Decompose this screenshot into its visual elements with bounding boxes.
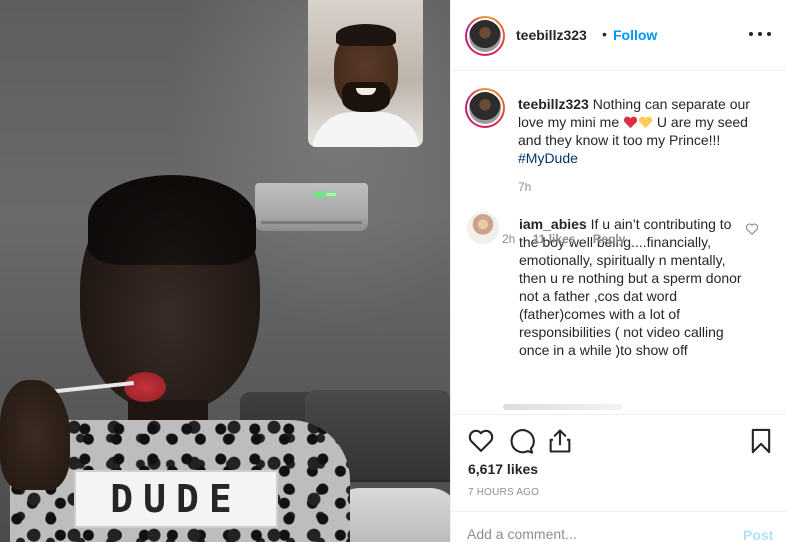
avatar-image [469,92,501,124]
comment-icon[interactable] [507,427,535,455]
lollipop [124,372,166,402]
post-media[interactable]: DUDE [0,0,450,542]
bookmark-icon[interactable] [747,427,775,455]
separator-dot: • [602,26,607,42]
caller-hair [336,24,396,46]
follow-button[interactable]: Follow [613,27,657,43]
heart-icon[interactable] [467,427,495,455]
comment-timestamp[interactable]: 2h [502,232,515,246]
avatar-border [467,90,503,126]
red-heart-icon [623,116,638,129]
caption-timestamp[interactable]: 7h [518,180,531,194]
yellow-heart-icon [638,116,653,129]
add-comment-bar: Post [451,511,786,542]
post-header: teebillz323 • Follow [451,0,786,71]
caption-avatar[interactable] [465,88,505,128]
dot-icon [749,32,753,36]
author-username[interactable]: teebillz323 [516,27,587,43]
comment-input[interactable] [467,524,717,542]
child-hair [88,175,256,265]
dot-icon [758,32,762,36]
shirt-print-text: DUDE [74,470,278,528]
next-comment-faded [503,404,623,410]
commenter-username[interactable]: iam_abies [519,216,587,232]
air-conditioner [255,183,368,231]
commenter-avatar[interactable] [467,212,499,244]
reply-button[interactable]: Reply [593,232,626,246]
video-call-inset [308,0,423,147]
dot-icon [767,32,771,36]
action-bar: 6,617 likes 7 HOURS AGO [451,414,786,514]
ac-vent [261,221,362,224]
post-sidebar: teebillz323 • Follow teebillz323 Nothing… [450,0,786,542]
caller-shirt [312,112,420,147]
avatar-border [467,18,503,54]
comments-list[interactable]: teebillz323 Nothing can separate our lov… [451,72,786,414]
share-icon[interactable] [546,427,574,455]
caption-text: teebillz323 Nothing can separate our lov… [518,95,772,167]
ac-led [326,193,336,196]
avatar-image [469,20,501,52]
ac-led [314,193,324,196]
likes-count[interactable]: 6,617 likes [468,461,538,477]
caller-beard [342,82,390,112]
child-hand [0,380,70,490]
heart-icon[interactable] [745,222,759,236]
caption-username[interactable]: teebillz323 [518,96,589,112]
comment-likes[interactable]: 11 likes [533,232,576,246]
comment-meta: 2h 11 likes Reply [502,232,639,246]
more-horizontal-icon[interactable] [749,24,771,44]
hashtag-link[interactable]: #MyDude [518,150,578,166]
post-comment-button[interactable]: Post [743,527,773,542]
post-timestamp[interactable]: 7 HOURS AGO [468,487,539,498]
avatar[interactable] [465,16,505,56]
